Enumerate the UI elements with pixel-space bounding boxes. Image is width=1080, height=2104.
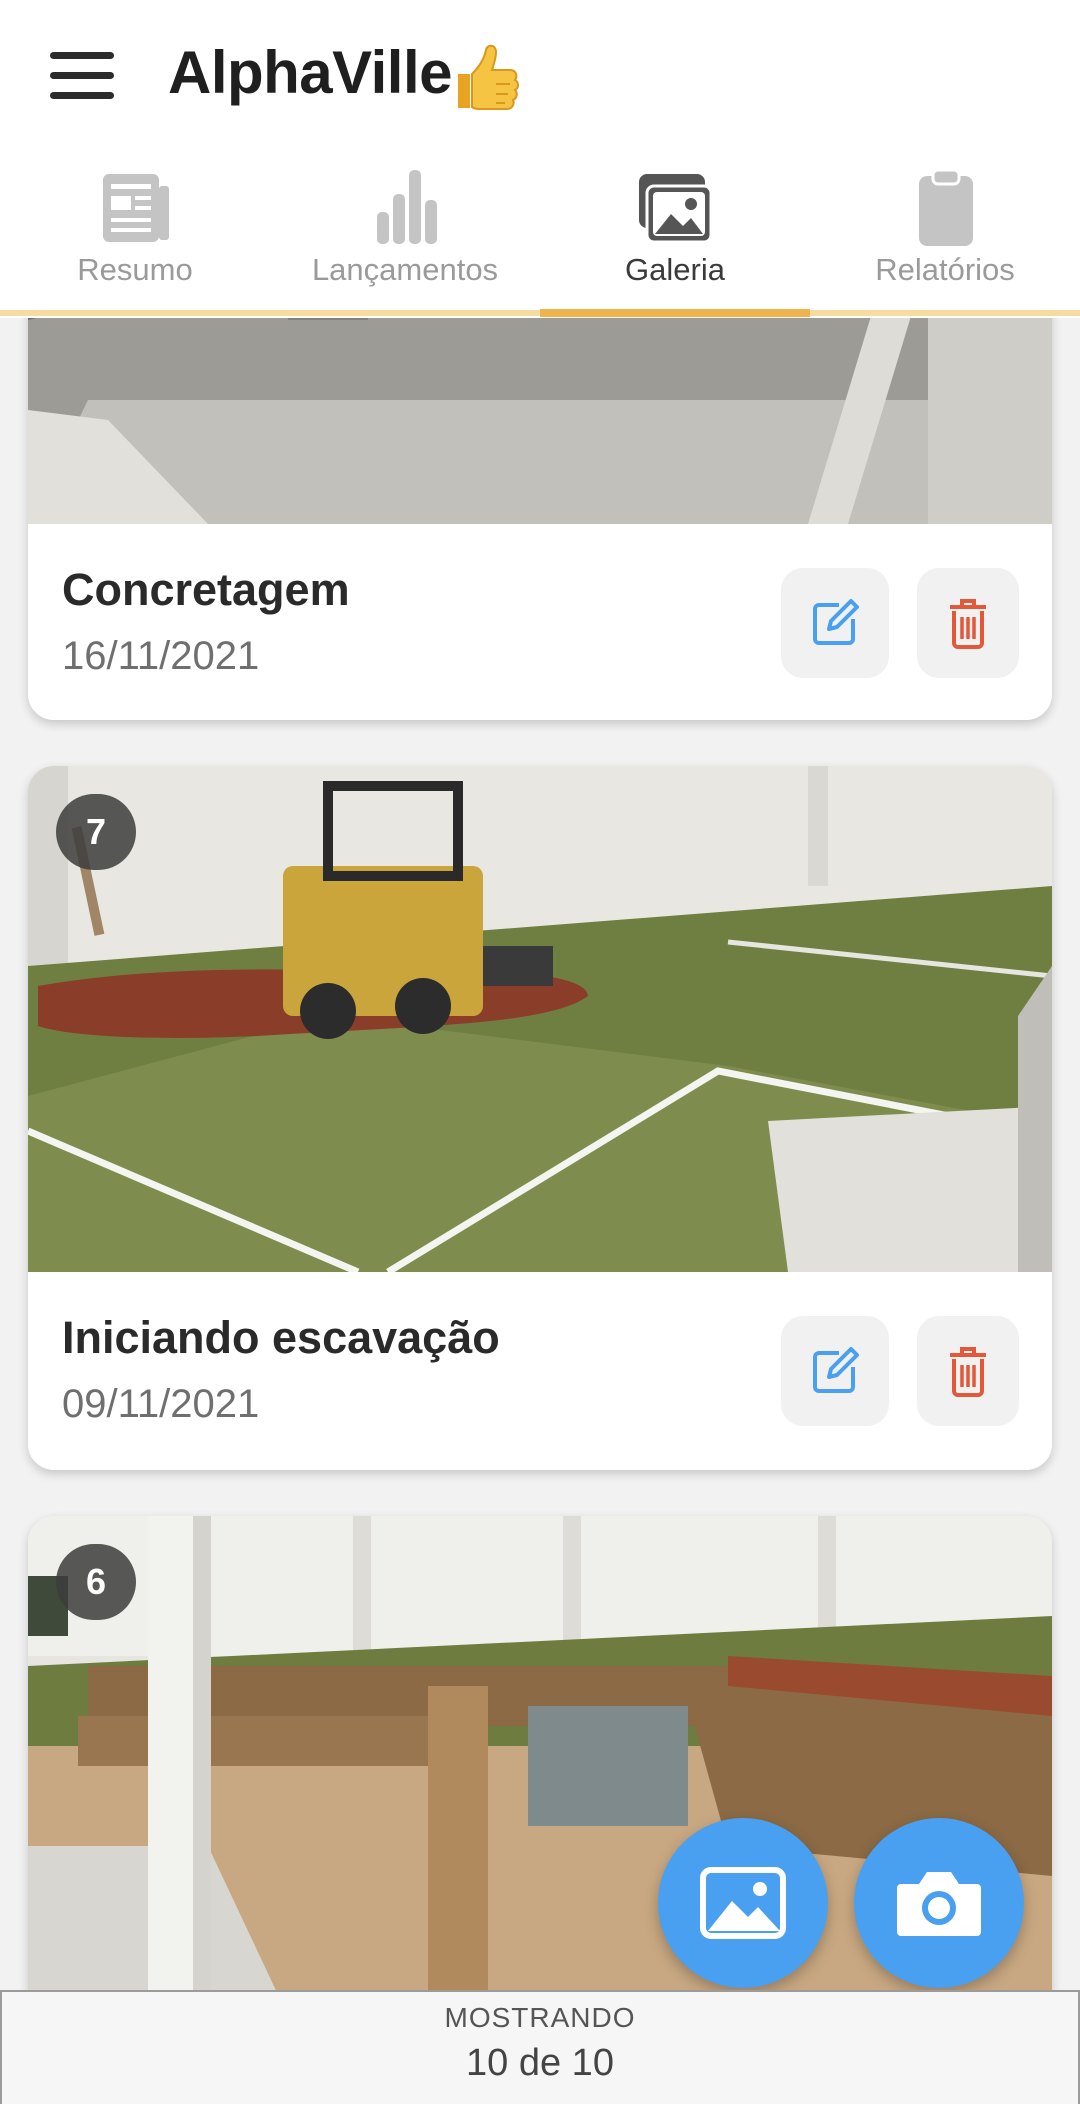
camera-icon xyxy=(897,1872,981,1936)
bar-chart-icon xyxy=(377,170,437,244)
tab-galeria[interactable]: Galeria xyxy=(540,160,810,310)
app-header: AlphaVille Resumo Lançamentos Galeria Re… xyxy=(0,0,1080,318)
tab-label: Relatórios xyxy=(875,252,1015,287)
clipboard-icon xyxy=(919,168,973,246)
active-tab-indicator xyxy=(540,309,810,317)
card-date: 16/11/2021 xyxy=(62,634,260,678)
trash-icon xyxy=(950,1347,986,1397)
gallery-card[interactable]: Concretagem 16/11/2021 xyxy=(28,260,1052,720)
trash-icon xyxy=(950,599,986,649)
take-photo-button[interactable] xyxy=(854,1818,1024,1988)
edit-button[interactable] xyxy=(781,568,889,678)
tab-resumo[interactable]: Resumo xyxy=(0,160,270,310)
hamburger-menu-icon[interactable] xyxy=(46,48,118,104)
tab-bar: Resumo Lançamentos Galeria Relatórios xyxy=(0,160,1080,318)
card-date: 09/11/2021 xyxy=(62,1382,260,1426)
tab-relatorios[interactable]: Relatórios xyxy=(810,160,1080,310)
gallery-photo[interactable] xyxy=(28,766,1052,1272)
image-icon xyxy=(700,1867,786,1939)
card-info: Iniciando escavação 09/11/2021 xyxy=(28,1272,1052,1468)
footer-label: MOSTRANDO xyxy=(444,2002,636,2033)
photo-count-badge: 6 xyxy=(56,1544,136,1620)
tab-label: Lançamentos xyxy=(311,252,499,287)
card-title: Iniciando escavação xyxy=(62,1312,500,1363)
tab-label: Resumo xyxy=(77,252,193,287)
edit-icon xyxy=(813,1347,859,1393)
edit-button[interactable] xyxy=(781,1316,889,1426)
tab-lancamentos[interactable]: Lançamentos xyxy=(270,160,540,310)
delete-button[interactable] xyxy=(917,568,1019,678)
items-count: 10 de 10 xyxy=(466,2042,614,2084)
card-info: Concretagem 16/11/2021 xyxy=(28,524,1052,720)
add-from-gallery-button[interactable] xyxy=(658,1818,828,1988)
gallery-card[interactable]: 7 Iniciando escavação 09/11/2021 xyxy=(28,766,1052,1470)
thumbs-up-icon xyxy=(458,44,519,110)
pagination-footer: MOSTRANDO 10 de 10 xyxy=(0,1990,1080,2104)
edit-icon xyxy=(813,599,859,645)
photo-count-badge: 7 xyxy=(56,794,136,870)
tab-label: Galeria xyxy=(625,252,725,287)
delete-button[interactable] xyxy=(917,1316,1019,1426)
newspaper-icon xyxy=(103,174,169,242)
card-title: Concretagem xyxy=(62,564,350,615)
gallery-icon xyxy=(639,174,713,244)
app-title: AlphaVille xyxy=(168,39,452,106)
